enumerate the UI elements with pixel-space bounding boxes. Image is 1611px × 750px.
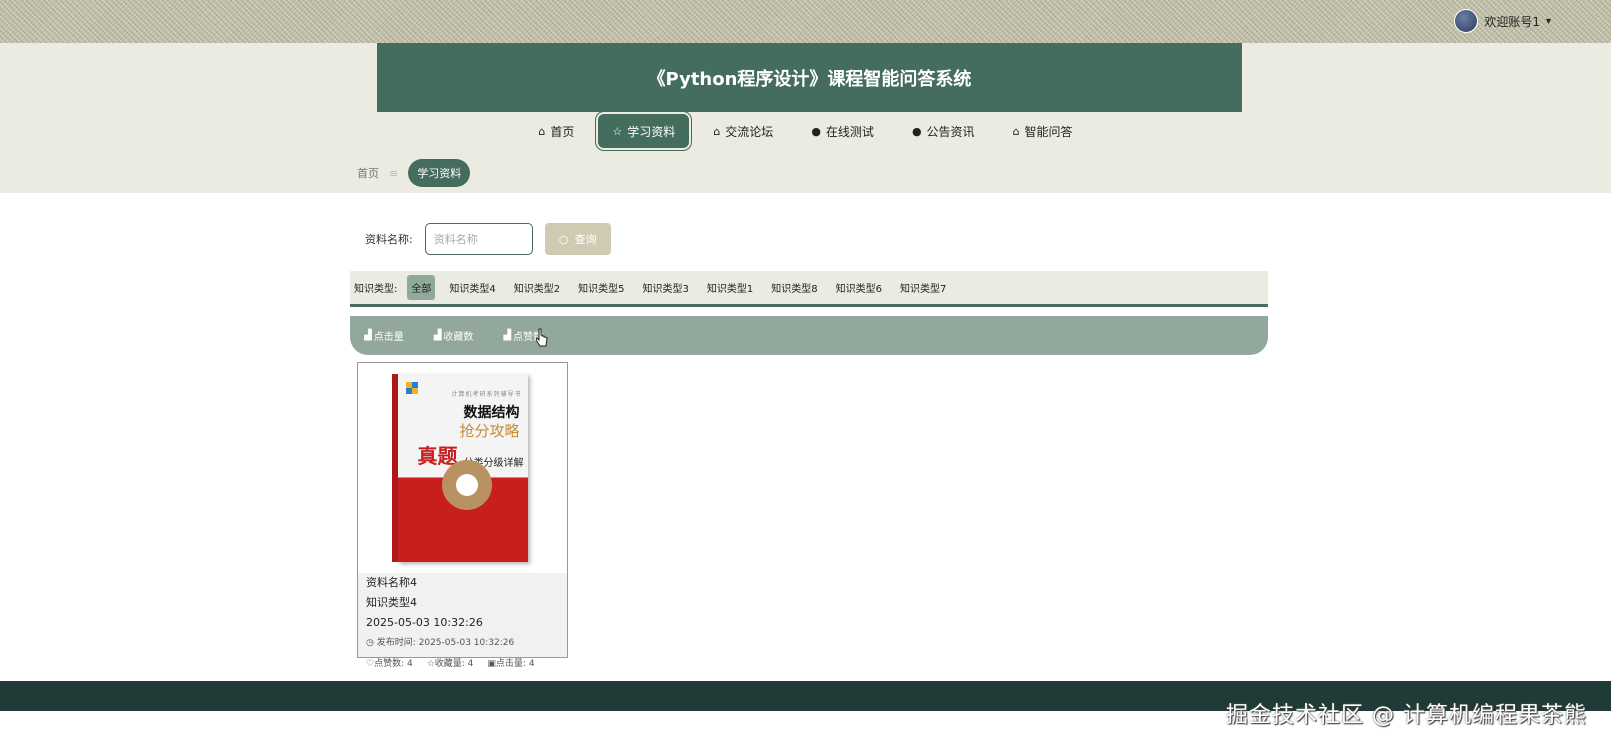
search-label: 资料名称:	[365, 233, 413, 246]
nav-label: 在线测试	[825, 124, 874, 139]
material-name: 资料名称4	[366, 576, 417, 589]
favorite-count: 收藏量: 4	[434, 659, 474, 669]
sort-bar: ▟ 点击量 ▟ 收藏数 ▟ 点赞数	[350, 316, 1268, 355]
divider	[350, 304, 1268, 307]
star-icon: ☆	[612, 124, 623, 138]
info-icon: ●	[811, 124, 821, 138]
like-stat: ♡点赞数: 4	[366, 656, 413, 673]
question-icon: ●	[911, 124, 922, 138]
type-option[interactable]: 知识类型3	[639, 275, 693, 300]
hand-cursor-icon	[536, 328, 548, 347]
nav-label: 智能问答	[1024, 124, 1073, 139]
header: 《Python程序设计》课程智能问答系统 ⌂ 首页 ☆ 学习资料 ⌂ 交流论坛 …	[0, 43, 1611, 193]
chart-icon: ▟	[433, 330, 442, 341]
home-icon: ⌂	[538, 124, 546, 138]
material-cover[interactable]: 计算机考研系列辅导书 数据结构 抢分攻略 真题 分类分级详解	[358, 363, 567, 573]
book-title: 数据结构	[463, 405, 520, 421]
search-button[interactable]: ○ 查询	[544, 223, 611, 255]
type-filter-label: 知识类型:	[354, 284, 398, 295]
bag-icon: ⌂	[713, 124, 721, 138]
publish-time-text: 发布时间: 2025-05-03 10:32:26	[376, 638, 515, 648]
nav-home[interactable]: ⌂ 首页	[524, 114, 588, 148]
document-icon: ▣	[487, 659, 496, 669]
type-option-all[interactable]: 全部	[407, 275, 436, 300]
type-option[interactable]: 知识类型5	[574, 275, 628, 300]
type-option[interactable]: 知识类型2	[510, 275, 564, 300]
search-row: 资料名称: ○ 查询	[365, 223, 611, 255]
sort-by-favorites[interactable]: ▟ 收藏数	[434, 328, 474, 343]
nav-online-test[interactable]: ● 在线测试	[797, 114, 888, 148]
book-series: 计算机考研系列辅导书	[451, 391, 522, 398]
chevron-down-icon[interactable]: ▾	[1546, 16, 1551, 27]
nav-label: 交流论坛	[725, 124, 774, 139]
click-count: 点击量: 4	[495, 659, 535, 669]
chart-icon: ▟	[503, 330, 512, 341]
card-stats: ♡点赞数: 4 ☆收藏量: 4 ▣点击量: 4	[358, 654, 567, 675]
search-input[interactable]	[424, 223, 533, 255]
type-filter-bar: 知识类型: 全部 知识类型4 知识类型2 知识类型5 知识类型3 知识类型1 知…	[350, 271, 1268, 304]
breadcrumb: 首页 ≡ 学习资料	[357, 159, 471, 187]
like-count: 点赞数: 4	[374, 659, 413, 669]
publish-time: ◷ 发布时间: 2025-05-03 10:32:26	[358, 633, 567, 654]
type-option[interactable]: 知识类型1	[703, 275, 757, 300]
material-datetime: 2025-05-03 10:32:26	[366, 616, 483, 629]
search-icon: ○	[558, 232, 569, 246]
nav-study-materials[interactable]: ☆ 学习资料	[598, 114, 690, 148]
book-cover-image: 计算机考研系列辅导书 数据结构 抢分攻略 真题 分类分级详解	[397, 374, 528, 562]
breadcrumb-current: 学习资料	[408, 159, 471, 187]
click-stat: ▣点击量: 4	[487, 656, 534, 673]
watermark: 掘金技术社区 @ 计算机编程果茶熊	[1226, 703, 1587, 728]
user-menu[interactable]: 欢迎账号1 ▾	[1454, 9, 1551, 33]
clock-icon: ◷	[366, 638, 374, 648]
book-subtitle: 抢分攻略	[459, 422, 520, 440]
menu-icon: ≡	[389, 166, 399, 180]
breadcrumb-home[interactable]: 首页	[357, 165, 379, 181]
type-option[interactable]: 知识类型8	[767, 275, 821, 300]
avatar[interactable]	[1454, 9, 1479, 33]
type-option[interactable]: 知识类型6	[832, 275, 886, 300]
type-option[interactable]: 知识类型4	[445, 275, 499, 300]
user-greeting[interactable]: 欢迎账号1	[1484, 13, 1540, 30]
site-title: 《Python程序设计》课程智能问答系统	[377, 43, 1242, 112]
nav-label: 公告资讯	[926, 124, 975, 139]
nav-forum[interactable]: ⌂ 交流论坛	[699, 114, 787, 148]
nav-label: 首页	[550, 124, 575, 139]
sort-by-clicks[interactable]: ▟ 点击量	[364, 328, 404, 343]
search-button-label: 查询	[574, 233, 597, 246]
sort-label: 点击量	[373, 332, 404, 343]
material-card[interactable]: 计算机考研系列辅导书 数据结构 抢分攻略 真题 分类分级详解 资料名称4 知识类…	[357, 362, 568, 669]
star-icon: ☆	[426, 659, 435, 669]
home-icon: ⌂	[1012, 124, 1020, 138]
top-bar: 欢迎账号1 ▾	[0, 0, 1611, 43]
nav-label: 学习资料	[627, 124, 676, 139]
sort-label: 收藏数	[443, 332, 474, 343]
favorite-stat: ☆收藏量: 4	[427, 656, 474, 673]
nav-smart-qa[interactable]: ⌂ 智能问答	[999, 114, 1087, 148]
publisher-logo-icon	[405, 382, 418, 394]
material-type: 知识类型4	[366, 596, 417, 609]
type-option[interactable]: 知识类型7	[896, 275, 950, 300]
thumbs-up-icon: ♡	[366, 659, 375, 669]
main-nav: ⌂ 首页 ☆ 学习资料 ⌂ 交流论坛 ● 在线测试 ● 公告资讯 ⌂ 智能问答	[0, 114, 1611, 148]
book-circle-graphic	[441, 460, 492, 510]
nav-announcements[interactable]: ● 公告资讯	[898, 114, 989, 148]
chart-icon: ▟	[364, 330, 372, 341]
